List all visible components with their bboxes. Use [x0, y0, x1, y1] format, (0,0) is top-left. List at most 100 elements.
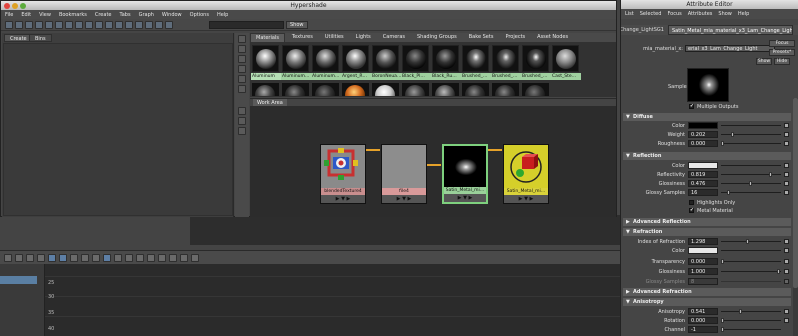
- channel-field[interactable]: -1: [688, 326, 718, 333]
- material-swatch[interactable]: [492, 83, 519, 96]
- menu-focus[interactable]: Focus: [667, 11, 681, 17]
- material-swatch[interactable]: [432, 83, 459, 96]
- side-tool-icon[interactable]: [238, 75, 246, 83]
- toolbar-icon[interactable]: [105, 20, 113, 29]
- side-tool-icon[interactable]: [238, 107, 246, 115]
- toolbar-icon[interactable]: [48, 253, 56, 262]
- reflection-color-slider[interactable]: [721, 165, 781, 166]
- node-ports[interactable]: ▶ ▼ ▶: [382, 195, 426, 203]
- material-swatch[interactable]: [402, 83, 429, 96]
- slider-knob[interactable]: [721, 259, 724, 264]
- side-tool-icon[interactable]: [238, 117, 246, 125]
- reflectivity-slider[interactable]: [721, 174, 781, 175]
- material-swatch[interactable]: [462, 45, 489, 72]
- refraction-glossiness-slider[interactable]: [721, 271, 781, 272]
- toolbar-icon[interactable]: [81, 253, 89, 262]
- material-swatch[interactable]: [312, 45, 339, 72]
- map-button[interactable]: [784, 172, 789, 177]
- slider-knob[interactable]: [777, 269, 780, 274]
- menu-options[interactable]: Options: [190, 12, 209, 18]
- toolbar-icon[interactable]: [25, 20, 33, 29]
- menu-file[interactable]: File: [5, 12, 13, 18]
- toolbar-icon[interactable]: [180, 253, 188, 262]
- tab-bins[interactable]: Bins: [29, 34, 52, 42]
- metal-material-checkbox[interactable]: ✔: [689, 208, 694, 213]
- material-swatch[interactable]: [462, 83, 489, 96]
- refraction-glossiness-field[interactable]: 1.000: [688, 268, 718, 275]
- menu-list[interactable]: List: [625, 11, 634, 17]
- toolbar-icon[interactable]: [5, 20, 13, 29]
- close-window-icon[interactable]: [4, 2, 10, 9]
- tab-materials[interactable]: Materials: [250, 33, 285, 42]
- toolbar-icon[interactable]: [70, 253, 78, 262]
- side-tool-icon[interactable]: [238, 127, 246, 135]
- show-button[interactable]: Show: [756, 58, 772, 65]
- anisotropy-slider[interactable]: [721, 311, 781, 312]
- toolbar-icon[interactable]: [55, 20, 63, 29]
- slider-knob[interactable]: [721, 327, 724, 332]
- menu-bookmarks[interactable]: Bookmarks: [59, 12, 87, 18]
- section-advanced-reflection[interactable]: ▶ Advanced Reflection: [623, 218, 791, 226]
- scrollbar-thumb[interactable]: [793, 98, 798, 288]
- tab-textures[interactable]: Textures: [287, 33, 318, 42]
- map-button[interactable]: [784, 141, 789, 146]
- side-tool-icon[interactable]: [238, 45, 246, 53]
- tab-material[interactable]: Satin_Metal_mia_material_x3_Lam_Change_L…: [668, 25, 793, 35]
- toolbar-icon[interactable]: [37, 253, 45, 262]
- node-ports[interactable]: ▶ ▼ ▶: [504, 195, 548, 203]
- material-swatch[interactable]: [522, 83, 549, 96]
- menu-create[interactable]: Create: [95, 12, 112, 18]
- map-button[interactable]: [784, 269, 789, 274]
- anisotropy-field[interactable]: 0.541: [688, 308, 718, 315]
- menu-show[interactable]: Show: [718, 11, 732, 17]
- diffuse-weight-slider[interactable]: [721, 134, 781, 135]
- highlights-only-checkbox[interactable]: [689, 200, 694, 205]
- slider-knob[interactable]: [727, 190, 730, 195]
- ior-field[interactable]: 1.298: [688, 238, 718, 245]
- show-button[interactable]: Show: [286, 20, 308, 29]
- map-button[interactable]: [784, 132, 789, 137]
- section-advanced-refraction[interactable]: ▶ Advanced Refraction: [623, 288, 791, 296]
- minimize-window-icon[interactable]: [12, 2, 18, 9]
- toolbar-icon[interactable]: [15, 253, 23, 262]
- toolbar-icon[interactable]: [26, 253, 34, 262]
- toolbar-icon[interactable]: [95, 20, 103, 29]
- section-refraction[interactable]: ▼ Refraction: [623, 228, 791, 236]
- timeline-selected-item[interactable]: [0, 276, 37, 284]
- material-swatch[interactable]: [552, 45, 579, 72]
- diffuse-color-slider[interactable]: [721, 125, 781, 126]
- node-name-field[interactable]: erial_x3_Lam_Change_Light: [685, 45, 775, 52]
- refraction-color-slider[interactable]: [721, 250, 781, 251]
- diffuse-color-swatch[interactable]: [688, 122, 718, 129]
- menu-help[interactable]: Help: [738, 11, 749, 17]
- toolbar-icon[interactable]: [125, 253, 133, 262]
- map-button[interactable]: [784, 123, 789, 128]
- menu-help[interactable]: Help: [217, 12, 228, 18]
- zoom-window-icon[interactable]: [20, 2, 26, 9]
- material-swatch[interactable]: [342, 83, 369, 96]
- diffuse-roughness-field[interactable]: 0.000: [688, 140, 718, 147]
- toolbar-icon[interactable]: [114, 253, 122, 262]
- map-button[interactable]: [784, 239, 789, 244]
- reflection-samples-slider[interactable]: [721, 192, 781, 193]
- toolbar-icon[interactable]: [125, 20, 133, 29]
- reflection-glossiness-field[interactable]: 0.476: [688, 180, 718, 187]
- transparency-field[interactable]: 0.000: [688, 258, 718, 265]
- toolbar-icon[interactable]: [35, 20, 43, 29]
- channel-slider[interactable]: [721, 329, 781, 330]
- focus-button[interactable]: Focus: [769, 40, 795, 47]
- hide-button[interactable]: Hide: [774, 58, 790, 65]
- ior-slider[interactable]: [721, 241, 781, 242]
- material-swatch[interactable]: [522, 45, 549, 72]
- map-button[interactable]: [784, 163, 789, 168]
- multiple-outputs-checkbox[interactable]: ✔: [689, 104, 694, 109]
- slider-knob[interactable]: [749, 181, 752, 186]
- toolbar-icon[interactable]: [92, 253, 100, 262]
- section-diffuse[interactable]: ▼ Diffuse: [623, 113, 791, 121]
- slider-knob[interactable]: [721, 318, 724, 323]
- material-swatch[interactable]: [372, 83, 399, 96]
- search-input[interactable]: [209, 20, 284, 29]
- slider-knob[interactable]: [769, 172, 772, 177]
- side-tool-icon[interactable]: [238, 35, 246, 43]
- rotation-slider[interactable]: [721, 320, 781, 321]
